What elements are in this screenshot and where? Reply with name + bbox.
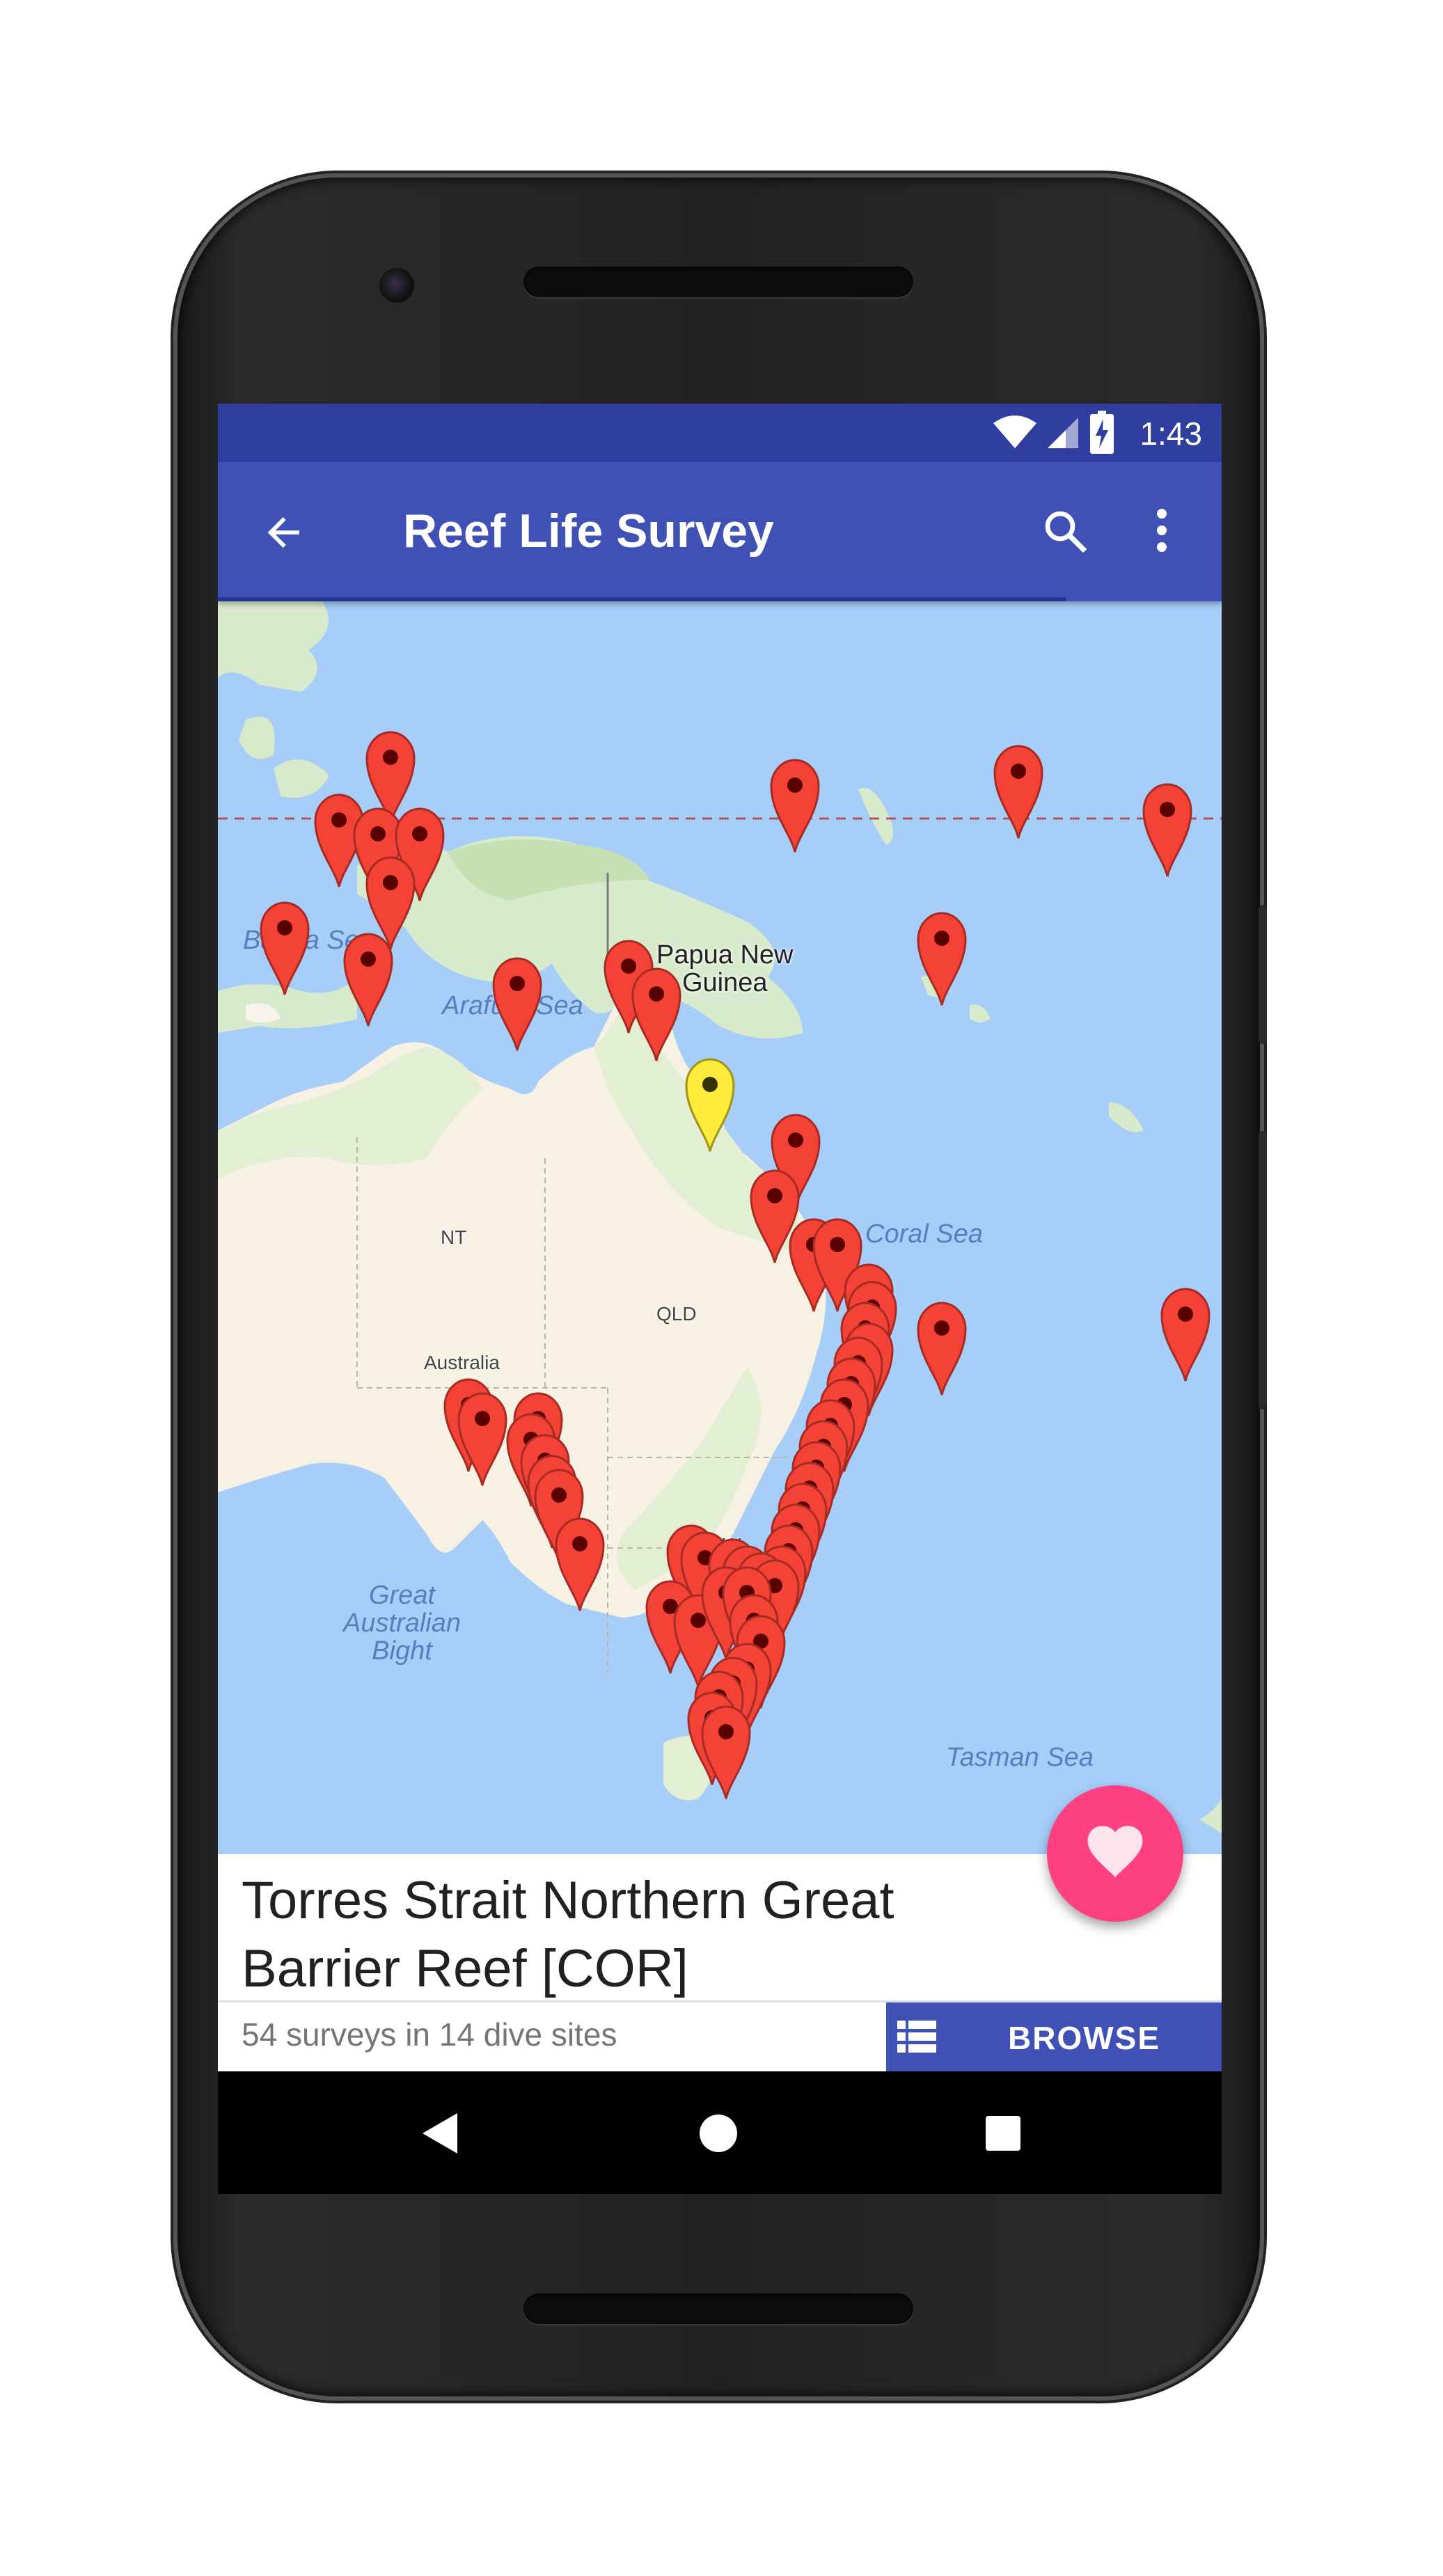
top-speaker — [523, 267, 913, 297]
map-label-australia: Australia — [424, 1352, 500, 1373]
favorite-fab[interactable] — [1047, 1785, 1183, 1922]
map-marker-icon[interactable] — [698, 1704, 754, 1801]
bottom-speaker — [523, 2293, 913, 2324]
map-label-coral-sea: Coral Sea — [865, 1219, 983, 1249]
volume-button — [1259, 1131, 1267, 1409]
device-screen: 1:43 Reef Life Survey Papua New Guinea A… — [218, 404, 1222, 2194]
nav-home-icon[interactable] — [698, 2113, 739, 2154]
system-navigation-bar — [218, 2071, 1222, 2194]
map-marker-icon[interactable] — [767, 757, 823, 855]
map-label-great-australian-bight: Great Australian Bight — [343, 1581, 461, 1666]
map-label-qld: QLD — [656, 1303, 697, 1325]
search-icon[interactable] — [1039, 505, 1089, 555]
map-marker-icon[interactable] — [629, 966, 684, 1064]
map-marker-icon[interactable] — [1158, 1286, 1213, 1384]
map-marker-icon[interactable] — [914, 910, 970, 1008]
status-bar: 1:43 — [218, 404, 1222, 462]
selected-map-marker-icon[interactable] — [682, 1057, 738, 1154]
map-marker-icon[interactable] — [257, 900, 313, 997]
map-view[interactable]: Papua New Guinea Arafura Sea Banda Sea C… — [218, 601, 1222, 1854]
app-toolbar: Reef Life Survey — [218, 462, 1222, 601]
toolbar-progress — [218, 597, 1066, 601]
wifi-icon — [993, 416, 1036, 448]
map-marker-icon[interactable] — [340, 931, 396, 1029]
map-marker-icon[interactable] — [489, 956, 545, 1053]
map-marker-icon[interactable] — [914, 1300, 970, 1398]
more-vert-icon[interactable] — [1153, 505, 1170, 555]
list-icon — [897, 2021, 936, 2053]
nav-back-icon[interactable] — [420, 2112, 459, 2155]
nav-recents-icon[interactable] — [984, 2115, 1022, 2152]
map-marker-icon[interactable] — [455, 1391, 510, 1488]
front-camera — [379, 268, 414, 303]
map-marker-icon[interactable] — [1140, 782, 1195, 879]
map-marker-icon[interactable] — [552, 1516, 608, 1613]
region-title: Torres Strait Northern Great Barrier Ree… — [242, 1871, 894, 1998]
heart-icon — [1087, 1826, 1143, 1877]
arrow-back-icon[interactable] — [261, 509, 307, 555]
page-title: Reef Life Survey — [403, 505, 774, 558]
map-label-tasman-sea: Tasman Sea — [946, 1743, 1094, 1772]
map-label-nt: NT — [441, 1226, 467, 1248]
survey-summary: 54 surveys in 14 dive sites — [242, 2016, 617, 2053]
browse-label: BROWSE — [1008, 2020, 1160, 2056]
battery-charging-icon — [1090, 411, 1114, 454]
cell-signal-icon — [1048, 418, 1078, 448]
browse-button[interactable]: BROWSE — [886, 2002, 1222, 2071]
map-marker-icon[interactable] — [991, 743, 1046, 841]
power-button — [1259, 905, 1267, 1044]
status-time: 1:43 — [1140, 416, 1202, 452]
